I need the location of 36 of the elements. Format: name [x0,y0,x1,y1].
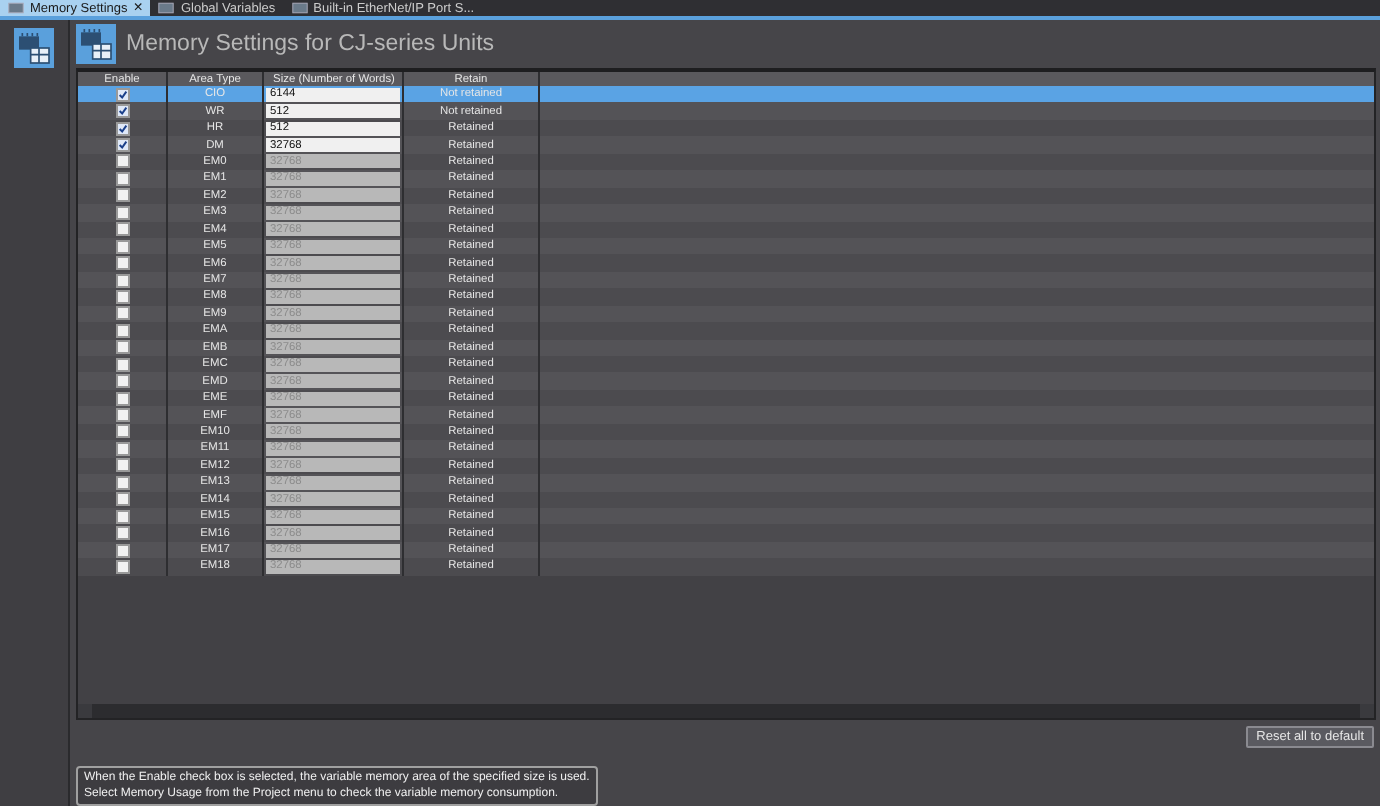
enable-checkbox[interactable] [115,256,129,271]
enable-checkbox[interactable] [115,374,129,389]
enable-checkbox[interactable] [115,104,129,119]
enable-checkbox[interactable] [115,340,129,355]
enable-checkbox[interactable] [115,408,129,423]
page-title: Memory Settings for CJ-series Units [126,32,495,56]
enable-checkbox[interactable] [115,543,129,558]
enable-checkbox[interactable] [115,424,129,439]
memory-chip-icon[interactable] [14,28,54,68]
enable-checkbox[interactable] [115,306,129,321]
enable-checkbox[interactable] [115,492,129,507]
enable-checkbox[interactable] [115,222,129,237]
enable-checkbox[interactable] [115,273,129,288]
enable-checkbox[interactable] [115,188,129,203]
enable-checkbox[interactable] [115,154,129,169]
document-icon [291,2,308,14]
enable-checkbox[interactable] [115,205,129,220]
enable-checkbox[interactable] [115,441,129,456]
document-icon [8,2,24,14]
document-icon [158,2,175,14]
enable-checkbox[interactable] [115,239,129,254]
enable-checkbox[interactable] [115,289,129,304]
enable-checkbox[interactable] [115,391,129,406]
enable-checkbox[interactable] [115,559,129,574]
enable-checkbox[interactable] [115,475,129,490]
memory-chip-icon [76,24,116,64]
enable-checkbox[interactable] [115,323,129,338]
enable-checkbox[interactable] [115,357,129,372]
enable-checkbox[interactable] [115,171,129,186]
enable-checkbox[interactable] [115,509,129,524]
enable-checkbox[interactable] [115,87,129,102]
enable-checkbox[interactable] [115,121,129,136]
close-icon[interactable]: × [133,0,143,16]
enable-checkbox[interactable] [115,458,129,473]
enable-checkbox[interactable] [115,138,129,153]
enable-checkbox[interactable] [115,526,129,541]
